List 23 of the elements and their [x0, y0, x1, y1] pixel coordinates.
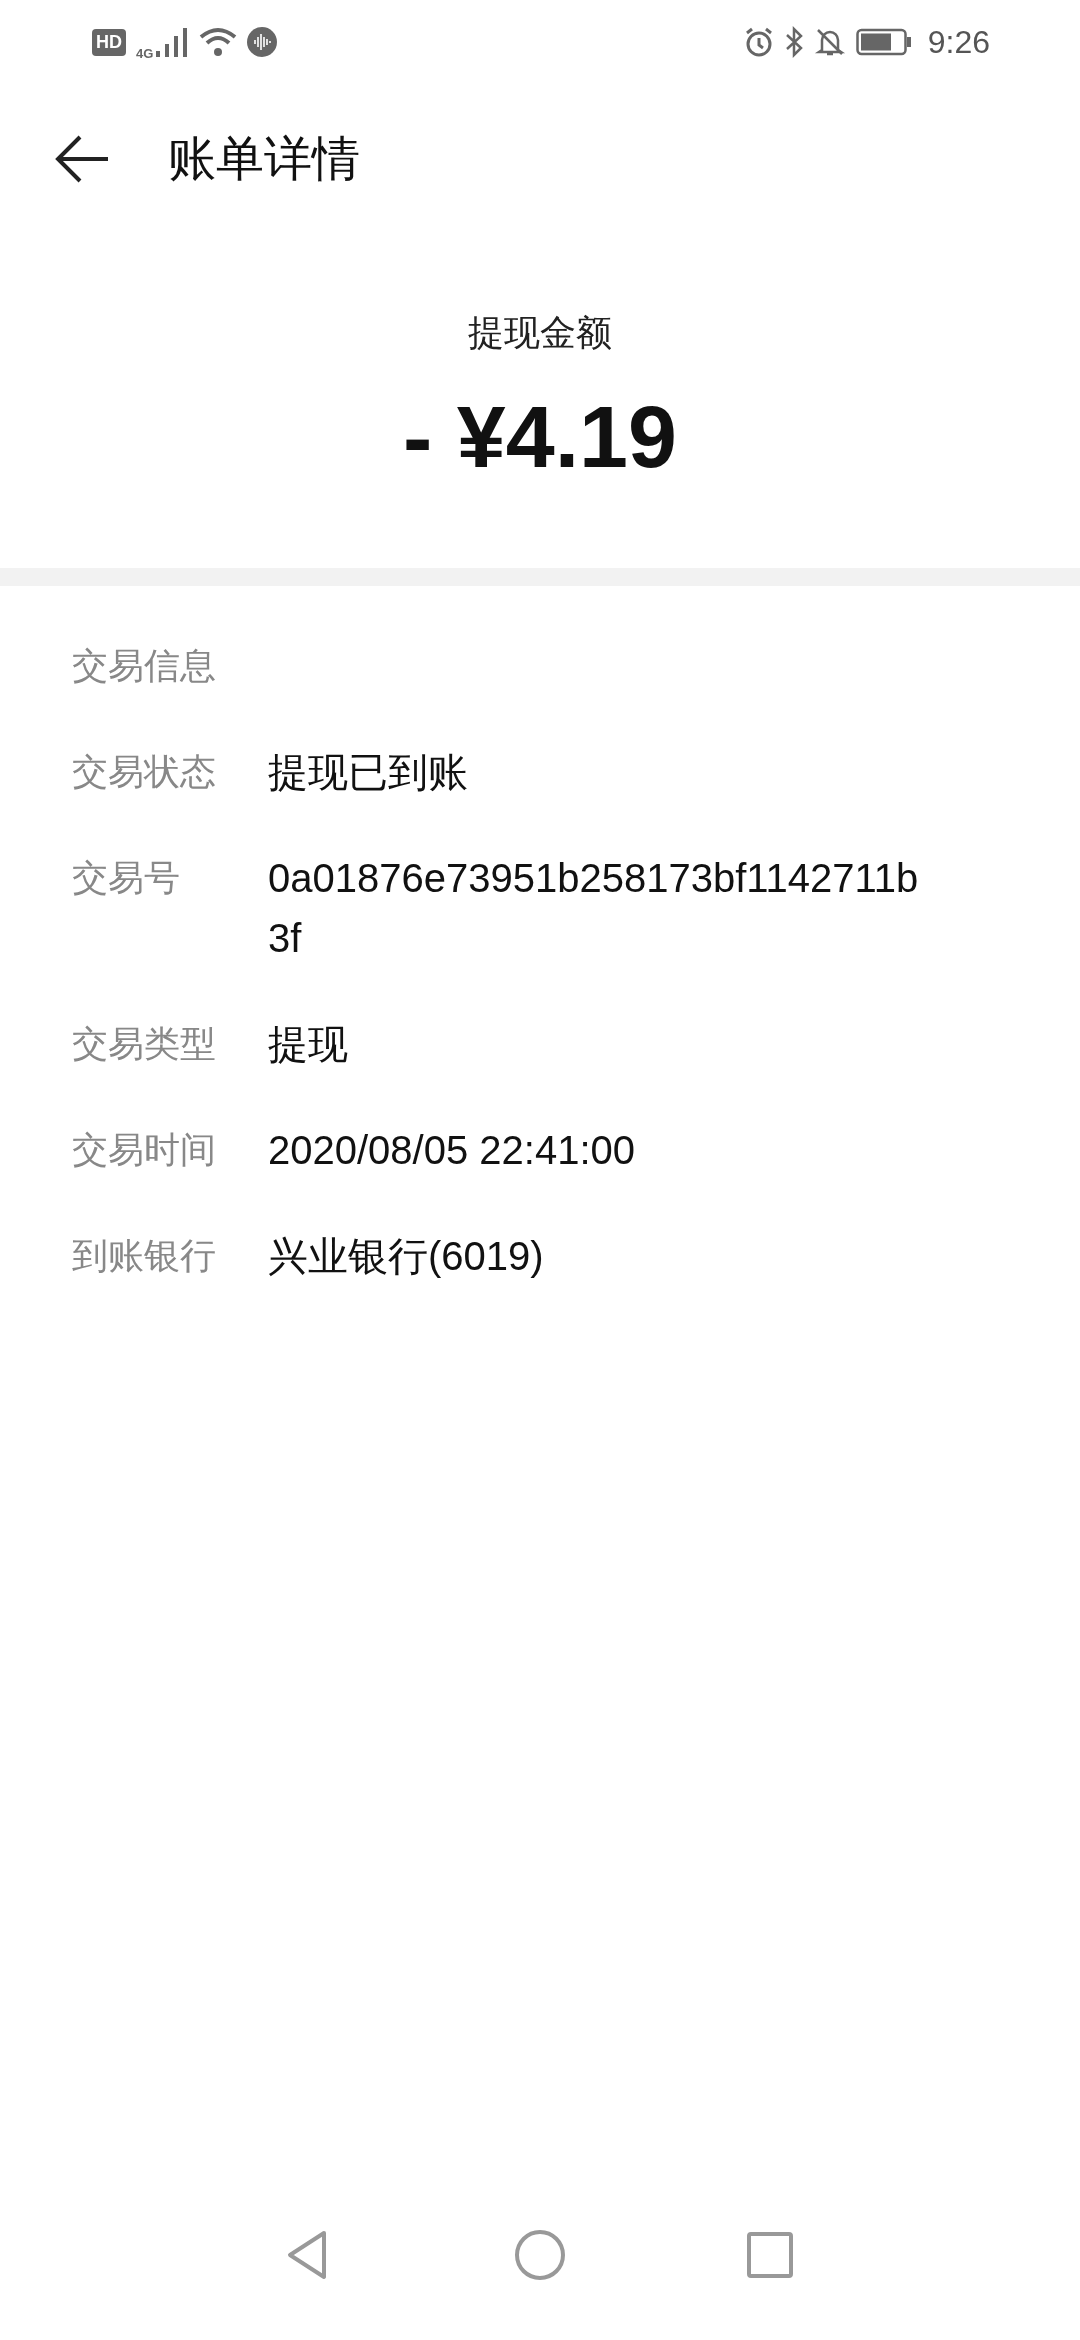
battery-icon [855, 28, 912, 56]
field-value: 0a01876e73951b258173bf1142711b3f [268, 855, 920, 962]
field-label: 交易类型 [72, 1022, 217, 1066]
wifi-icon [199, 27, 238, 57]
field-value: 2020/08/05 22:41:00 [268, 1127, 636, 1174]
network-type: 4G [136, 45, 154, 61]
bell-off-icon [813, 26, 846, 58]
field-value: 提现 [268, 1021, 349, 1068]
alarm-icon [743, 27, 774, 57]
sound-wave-icon [247, 27, 278, 57]
field-value: 兴业银行(6019) [268, 1233, 545, 1280]
amount-value: - ¥4.19 [403, 386, 677, 488]
field-label: 交易号 [72, 856, 181, 900]
field-label: 交易时间 [72, 1128, 217, 1172]
field-label: 交易状态 [72, 750, 217, 794]
section-heading: 交易信息 [72, 644, 217, 688]
hd-badge: HD [92, 28, 126, 56]
field-label: 到账银行 [72, 1234, 217, 1278]
signal-icon [155, 27, 190, 57]
clock-time: 9:26 [927, 23, 990, 61]
page-title: 账单详情 [168, 129, 360, 188]
amount-label: 提现金额 [468, 311, 612, 355]
field-value: 提现已到账 [268, 749, 469, 796]
